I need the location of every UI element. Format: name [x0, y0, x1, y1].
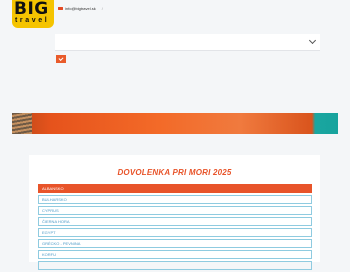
- header-separator: /: [101, 6, 103, 11]
- destinations-card: DOVOLENKA PRI MORI 2025 ALBANSKO BULHARS…: [29, 155, 320, 270]
- destination-item-next[interactable]: [38, 261, 312, 270]
- big-travel-logo[interactable]: BIG travel: [12, 0, 54, 28]
- header-contact: info@bigtravel.sk /: [58, 6, 103, 11]
- destination-dropdown[interactable]: [55, 34, 320, 51]
- search-go-button[interactable]: [56, 55, 66, 63]
- banner-decor: [12, 113, 32, 134]
- section-title: DOVOLENKA PRI MORI 2025: [117, 168, 232, 177]
- site-header: BIG travel info@bigtravel.sk /: [0, 0, 350, 30]
- destination-item-egypt[interactable]: EGYPT: [38, 228, 312, 237]
- hero-banner: [12, 113, 338, 134]
- destination-item-albansko[interactable]: ALBANSKO: [38, 184, 312, 193]
- destination-item-bulharsko[interactable]: BULHARSKO: [38, 195, 312, 204]
- destination-item-cierna-hora[interactable]: ČIERNA HORA: [38, 217, 312, 226]
- mail-icon: [58, 6, 63, 11]
- destination-item-cyprus[interactable]: CYPRUS: [38, 206, 312, 215]
- chevron-down-icon: [308, 36, 317, 45]
- email-link[interactable]: info@bigtravel.sk: [65, 6, 96, 11]
- destination-list: ALBANSKO BULHARSKO CYPRUS ČIERNA HORA EG…: [38, 184, 312, 272]
- logo-big-text: BIG: [14, 0, 49, 19]
- logo-travel-text: travel: [15, 17, 50, 24]
- destination-item-korfu[interactable]: KORFU: [38, 250, 312, 259]
- destination-item-grecko-pevnina[interactable]: GRÉCKO - PEVNINA: [38, 239, 312, 248]
